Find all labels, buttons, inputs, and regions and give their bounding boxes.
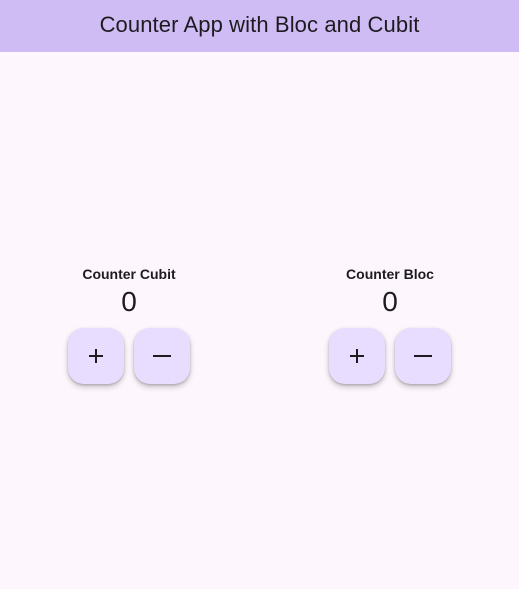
app-bar: Counter App with Bloc and Cubit [0,0,519,52]
counter-cubit-value: 0 [121,286,137,317]
counter-bloc-buttons [329,328,451,384]
counter-cubit-label: Counter Cubit [82,266,176,282]
plus-icon [89,349,103,363]
counter-bloc-panel: Counter Bloc 0 [328,265,452,384]
cubit-decrement-button[interactable] [134,328,190,384]
bloc-increment-button[interactable] [329,328,385,384]
counter-bloc-label: Counter Bloc [346,266,434,282]
counter-cubit-panel: Counter Cubit 0 [67,265,191,384]
cubit-increment-button[interactable] [68,328,124,384]
counter-cubit-buttons [68,328,190,384]
minus-icon [153,355,171,357]
bloc-decrement-button[interactable] [395,328,451,384]
plus-icon [350,349,364,363]
counter-bloc-value: 0 [382,286,398,317]
app-title: Counter App with Bloc and Cubit [99,12,420,37]
minus-icon [414,355,432,357]
